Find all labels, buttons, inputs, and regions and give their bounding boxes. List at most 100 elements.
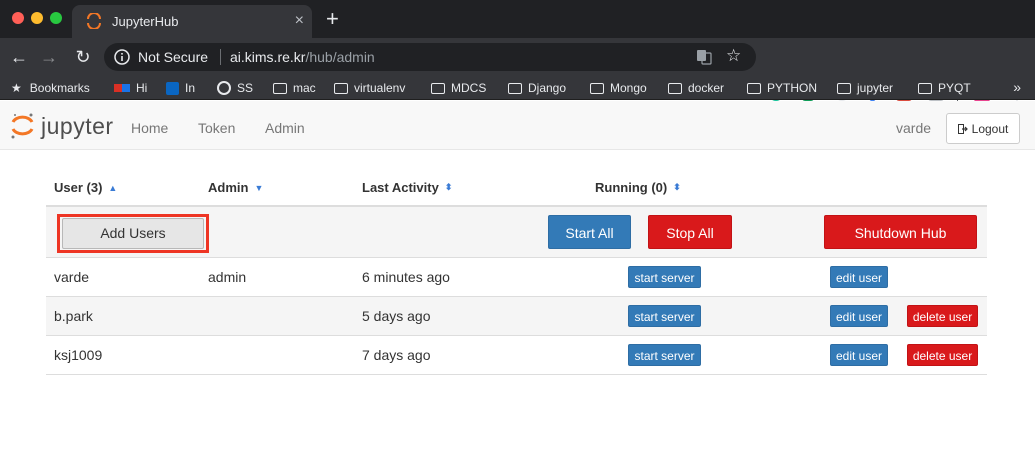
logout-label: Logout bbox=[971, 121, 1009, 136]
forward-arrow-icon[interactable]: → bbox=[38, 46, 60, 68]
translate-icon[interactable] bbox=[696, 49, 712, 65]
jupyterhub-navbar: jupyter Home Token Admin varde Logout bbox=[0, 101, 1035, 150]
nav-link-token[interactable]: Token bbox=[198, 120, 235, 136]
current-username: varde bbox=[896, 120, 932, 136]
delete-user-button[interactable]: delete user bbox=[907, 305, 978, 327]
folder-icon bbox=[747, 82, 761, 94]
url-text[interactable]: ai.kims.re.kr/hub/admin bbox=[230, 49, 375, 65]
star-icon: ★ bbox=[11, 81, 22, 95]
bookmark-label: SS bbox=[237, 81, 254, 95]
start-all-button[interactable]: Start All bbox=[548, 215, 631, 249]
admin-flag: admin bbox=[208, 269, 247, 285]
folder-icon bbox=[590, 82, 604, 94]
bookmark-star-icon[interactable]: ☆ bbox=[726, 46, 741, 66]
folder-icon bbox=[508, 82, 522, 94]
start-server-button[interactable]: start server bbox=[628, 344, 701, 366]
bookmark-folder-mongo[interactable]: Mongo bbox=[590, 80, 647, 96]
window-close-button[interactable] bbox=[12, 12, 24, 24]
nav-link-admin[interactable]: Admin bbox=[265, 120, 305, 136]
window-minimize-button[interactable] bbox=[31, 12, 43, 24]
sort-desc-icon[interactable]: ▼ bbox=[254, 183, 263, 193]
bookmark-label: Django bbox=[528, 81, 567, 95]
bookmark-label: Mongo bbox=[610, 81, 647, 95]
column-header-label: Running (0) bbox=[595, 180, 668, 195]
new-tab-button[interactable]: + bbox=[326, 6, 339, 32]
bookmark-folder-docker[interactable]: docker bbox=[668, 80, 724, 96]
url-host: ai.kims.re.kr bbox=[230, 49, 306, 65]
edit-user-button[interactable]: edit user bbox=[830, 344, 888, 366]
last-activity: 5 days ago bbox=[362, 308, 431, 324]
bookmark-folder-virtualenv[interactable]: virtualenv bbox=[334, 80, 405, 96]
logout-button[interactable]: Logout bbox=[946, 113, 1020, 144]
bookmark-label: mac bbox=[293, 81, 316, 95]
start-server-button[interactable]: start server bbox=[628, 305, 701, 327]
browser-tab-jupyterhub[interactable]: JupyterHub × bbox=[72, 5, 312, 38]
user-name: b.park bbox=[54, 308, 93, 324]
bookmarks-overflow-icon[interactable]: » bbox=[1013, 79, 1021, 95]
jupyter-logo-icon[interactable] bbox=[10, 112, 35, 139]
bookmark-label: PYQT bbox=[938, 81, 971, 95]
browser-tab-strip: JupyterHub × + bbox=[0, 0, 1035, 38]
bookmark-label: In bbox=[185, 81, 196, 95]
column-header-label: Last Activity bbox=[362, 180, 439, 195]
bookmark-folder-mac[interactable]: mac bbox=[273, 80, 316, 96]
bookmark-label: Hi bbox=[136, 81, 148, 95]
bookmark-folder-python[interactable]: PYTHON bbox=[747, 80, 817, 96]
bookmark-folder-mdcs[interactable]: MDCS bbox=[431, 80, 486, 96]
start-server-button[interactable]: start server bbox=[628, 266, 701, 288]
address-separator bbox=[220, 49, 221, 65]
back-arrow-icon[interactable]: ← bbox=[8, 46, 30, 68]
bookmark-label: MDCS bbox=[451, 81, 487, 95]
last-activity: 6 minutes ago bbox=[362, 269, 450, 285]
bookmark-folder-pyqt[interactable]: PYQT bbox=[918, 80, 971, 96]
jupyter-wordmark[interactable]: jupyter bbox=[41, 113, 114, 140]
folder-icon bbox=[668, 82, 682, 94]
bookmark-item-ss[interactable]: SS bbox=[217, 80, 253, 96]
address-bar[interactable]: Not Secure ai.kims.re.kr/hub/admin ☆ bbox=[104, 43, 756, 71]
edit-user-button[interactable]: edit user bbox=[830, 266, 888, 288]
bookmark-label: virtualenv bbox=[354, 81, 406, 95]
shutdown-hub-button[interactable]: Shutdown Hub bbox=[824, 215, 977, 249]
folder-icon bbox=[918, 82, 932, 94]
folder-icon bbox=[334, 82, 348, 94]
table-row: varde admin 6 minutes ago start server e… bbox=[46, 258, 987, 297]
tab-title: JupyterHub bbox=[112, 14, 179, 29]
tab-close-icon[interactable]: × bbox=[295, 11, 304, 31]
bookmark-folder-django[interactable]: Django bbox=[508, 80, 566, 96]
bookmark-label: PYTHON bbox=[767, 81, 818, 95]
add-users-button[interactable]: Add Users bbox=[62, 218, 204, 249]
nav-link-home[interactable]: Home bbox=[131, 120, 168, 136]
folder-icon bbox=[273, 82, 287, 94]
sort-asc-icon[interactable]: ▲ bbox=[108, 183, 117, 193]
column-header-last-activity[interactable]: Last Activity ⬍ bbox=[362, 180, 452, 195]
browser-toolbar: ← → ↻ Not Secure ai.kims.re.kr/hub/admin… bbox=[0, 38, 1035, 104]
reload-icon[interactable]: ↻ bbox=[72, 46, 94, 68]
globe-icon bbox=[217, 81, 231, 95]
folder-icon bbox=[431, 82, 445, 94]
delete-user-button[interactable]: delete user bbox=[907, 344, 978, 366]
bookmark-folder-jupyter[interactable]: jupyter bbox=[837, 80, 893, 96]
sort-icon[interactable]: ⬍ bbox=[673, 182, 681, 193]
edit-user-button[interactable]: edit user bbox=[830, 305, 888, 327]
bookmark-item-hi[interactable]: Hi bbox=[114, 80, 147, 96]
table-row: ksj1009 7 days ago start server edit use… bbox=[46, 336, 987, 375]
url-path: /hub/admin bbox=[305, 49, 375, 65]
linkedin-icon bbox=[166, 81, 179, 95]
user-name: varde bbox=[54, 269, 90, 285]
jupyter-favicon-icon bbox=[87, 13, 101, 29]
bookmark-item-in[interactable]: In bbox=[166, 80, 195, 96]
info-icon[interactable] bbox=[114, 49, 130, 65]
table-row: b.park 5 days ago start server edit user… bbox=[46, 297, 987, 336]
column-header-label: User (3) bbox=[54, 180, 103, 195]
user-name: ksj1009 bbox=[54, 347, 103, 363]
hi-favicon bbox=[114, 84, 130, 92]
column-header-running[interactable]: Running (0) ⬍ bbox=[595, 180, 681, 195]
column-header-user[interactable]: User (3) ▲ bbox=[54, 180, 117, 195]
bookmark-label: Bookmarks bbox=[29, 81, 90, 95]
sort-icon[interactable]: ⬍ bbox=[445, 182, 453, 193]
bookmark-item-bookmarks[interactable]: ★ Bookmarks bbox=[11, 80, 90, 96]
column-header-label: Admin bbox=[208, 180, 249, 195]
window-maximize-button[interactable] bbox=[50, 12, 62, 24]
column-header-admin[interactable]: Admin ▼ bbox=[208, 180, 263, 195]
stop-all-button[interactable]: Stop All bbox=[648, 215, 732, 249]
